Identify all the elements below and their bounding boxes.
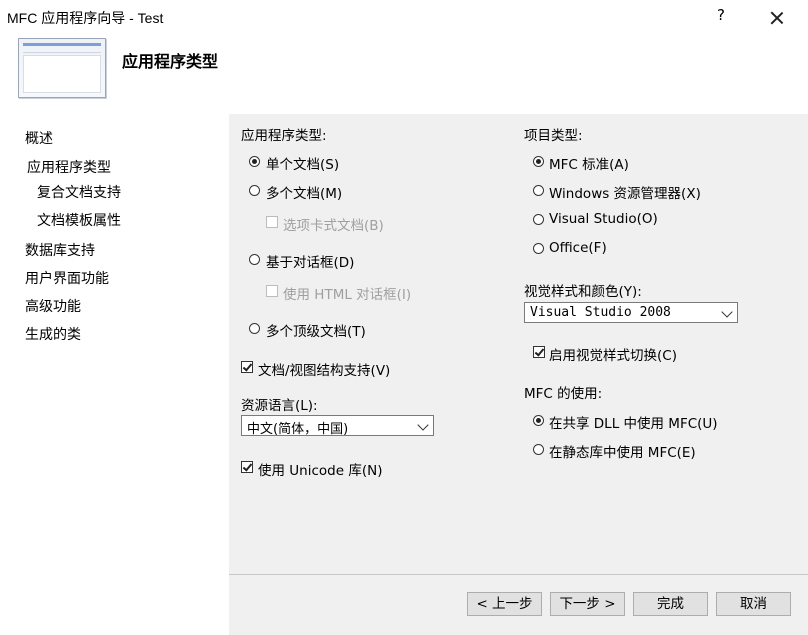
static-lib-label[interactable]: 在静态库中使用 MFC(E)	[549, 441, 696, 461]
wizard-content: 应用程序类型: 单个文档(S) 多个文档(M) 选项卡式文档(B) 基于对话框(…	[229, 114, 808, 635]
html-dialog-checkbox	[266, 285, 278, 297]
style-switch-checkbox[interactable]	[533, 346, 545, 358]
static-lib-radio[interactable]	[533, 444, 544, 455]
doc-view-checkbox[interactable]	[241, 361, 253, 373]
chevron-down-icon	[417, 419, 429, 431]
title-bar: MFC 应用程序向导 - Test ?	[0, 0, 808, 34]
app-window-icon	[18, 38, 106, 98]
page-title: 应用程序类型	[122, 52, 219, 71]
nav-item-advanced[interactable]: 高级功能	[25, 296, 81, 316]
window-title: MFC 应用程序向导 - Test	[7, 10, 164, 26]
dialog-based-radio[interactable]	[249, 254, 260, 265]
resource-lang-label: 资源语言(L):	[241, 398, 318, 414]
wizard-nav: 概述 应用程序类型 复合文档支持 文档模板属性 数据库支持 用户界面功能 高级功…	[0, 114, 229, 635]
mfc-use-label: MFC 的使用:	[524, 386, 603, 402]
visual-style-value: Visual Studio 2008	[530, 305, 671, 320]
multi-toplevel-radio[interactable]	[249, 323, 260, 334]
visual-studio-label[interactable]: Visual Studio(O)	[549, 211, 658, 227]
footer-divider	[229, 574, 808, 575]
unicode-checkbox[interactable]	[241, 461, 253, 473]
nav-item-doc-template[interactable]: 文档模板属性	[37, 210, 121, 230]
visual-style-label: 视觉样式和颜色(Y):	[524, 284, 642, 300]
next-button[interactable]: 下一步 >	[550, 592, 625, 616]
unicode-label[interactable]: 使用 Unicode 库(N)	[258, 459, 382, 479]
nav-item-app-type[interactable]: 应用程序类型	[27, 157, 111, 177]
dialog-based-label[interactable]: 基于对话框(D)	[266, 251, 354, 271]
help-button[interactable]: ?	[712, 6, 730, 24]
chevron-down-icon	[721, 306, 733, 318]
resource-lang-value: 中文(简体，中国)	[247, 422, 349, 437]
nav-item-database[interactable]: 数据库支持	[25, 240, 95, 260]
office-label[interactable]: Office(F)	[549, 240, 607, 256]
prev-button[interactable]: < 上一步	[467, 592, 542, 616]
multi-doc-label[interactable]: 多个文档(M)	[266, 182, 342, 202]
tabbed-doc-checkbox	[266, 216, 278, 228]
finish-button[interactable]: 完成	[633, 592, 708, 616]
cancel-button[interactable]: 取消	[716, 592, 791, 616]
wizard-header: 应用程序类型	[0, 34, 808, 114]
nav-item-ui-features[interactable]: 用户界面功能	[25, 268, 109, 288]
single-doc-label[interactable]: 单个文档(S)	[266, 153, 339, 173]
multi-toplevel-label[interactable]: 多个顶级文档(T)	[266, 320, 366, 340]
multi-doc-radio[interactable]	[249, 185, 260, 196]
visual-style-select[interactable]: Visual Studio 2008	[524, 302, 738, 323]
tabbed-doc-label: 选项卡式文档(B)	[283, 218, 384, 234]
nav-item-compound-doc[interactable]: 复合文档支持	[37, 182, 121, 202]
html-dialog-label: 使用 HTML 对话框(I)	[283, 287, 412, 303]
app-type-label: 应用程序类型:	[241, 128, 327, 144]
visual-studio-radio[interactable]	[533, 214, 544, 225]
mfc-standard-radio[interactable]	[533, 156, 544, 167]
close-icon[interactable]	[760, 2, 794, 32]
style-switch-label[interactable]: 启用视觉样式切换(C)	[549, 344, 677, 364]
windows-explorer-label[interactable]: Windows 资源管理器(X)	[549, 182, 701, 202]
nav-item-overview[interactable]: 概述	[25, 128, 53, 148]
doc-view-label[interactable]: 文档/视图结构支持(V)	[258, 359, 390, 379]
mfc-standard-label[interactable]: MFC 标准(A)	[549, 153, 629, 173]
single-doc-radio[interactable]	[249, 156, 260, 167]
resource-lang-select[interactable]: 中文(简体，中国)	[241, 415, 434, 437]
shared-dll-radio[interactable]	[533, 415, 544, 426]
project-type-label: 项目类型:	[524, 128, 583, 144]
shared-dll-label[interactable]: 在共享 DLL 中使用 MFC(U)	[549, 412, 718, 432]
windows-explorer-radio[interactable]	[533, 185, 544, 196]
office-radio[interactable]	[533, 243, 544, 254]
nav-item-generated-classes[interactable]: 生成的类	[25, 324, 81, 344]
